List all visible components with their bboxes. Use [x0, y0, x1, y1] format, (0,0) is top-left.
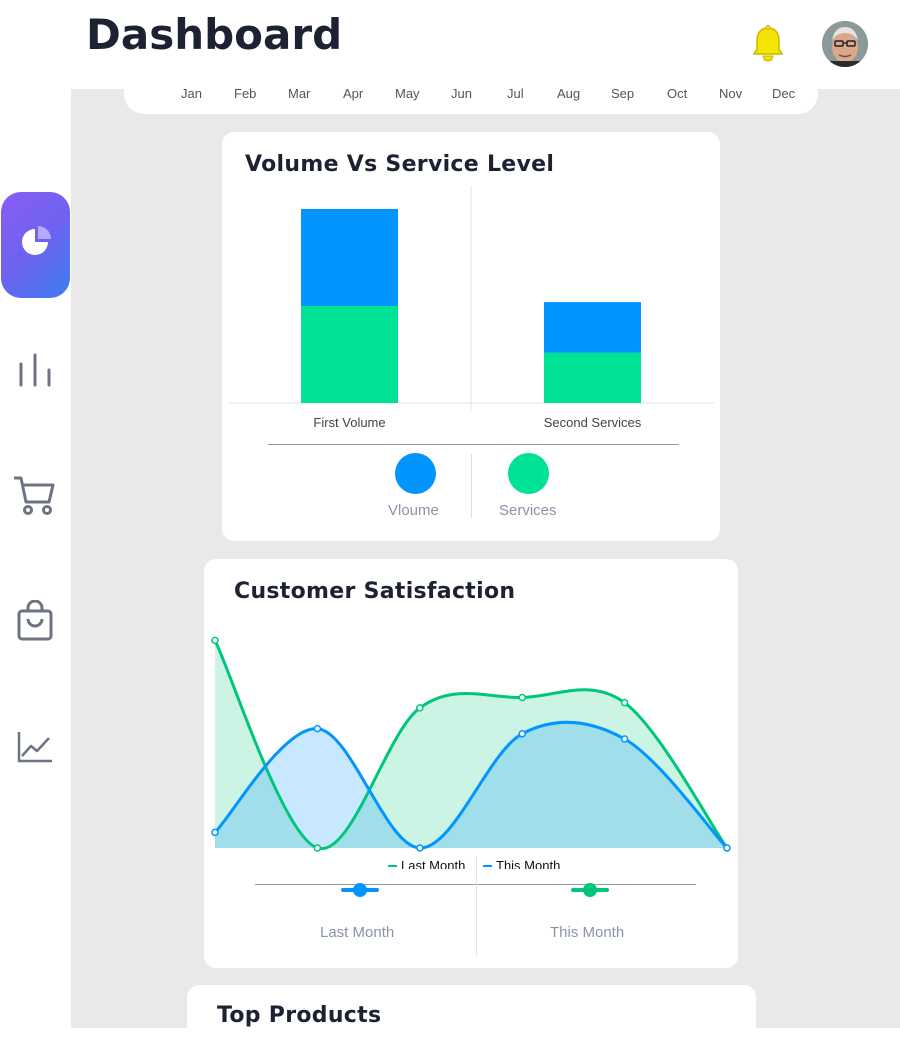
month-label: Feb [234, 86, 257, 101]
customer-satisfaction-card: Customer Satisfaction Last Month This Mon… [204, 559, 738, 968]
month-label: Nov [719, 86, 743, 101]
data-point [211, 828, 219, 837]
legend-separator [471, 454, 472, 518]
month-label: Jul [507, 86, 524, 101]
month-label: Jun [451, 86, 472, 101]
data-point [416, 704, 424, 712]
bar-segment [544, 302, 641, 353]
card-title: Top Products [217, 1003, 382, 1028]
slider-this-month[interactable] [571, 883, 609, 897]
cart-icon[interactable] [14, 474, 56, 516]
data-point [416, 844, 424, 852]
controls-separator [476, 856, 477, 956]
bar-segment [544, 352, 641, 403]
month-label: Dec [772, 86, 796, 101]
month-label: Aug [557, 86, 581, 101]
card-title: Customer Satisfaction [234, 579, 516, 604]
slider-last-month[interactable] [341, 883, 379, 897]
legend-dot-services[interactable] [508, 453, 549, 494]
legend-divider [268, 444, 679, 445]
data-point [518, 730, 526, 738]
top-products-card: Top Products [187, 985, 756, 1045]
page-title: Dashboard [86, 10, 343, 59]
legend-label: Last Month [401, 858, 465, 869]
month-axis-strip: Jan Feb Mar Apr May Jun Jul Aug Sep Oct … [124, 74, 818, 114]
avatar[interactable] [822, 21, 868, 67]
month-label: May [395, 86, 420, 101]
pie-chart-icon [22, 226, 51, 255]
bar-segment [301, 209, 398, 306]
month-label: Sep [611, 86, 635, 101]
card-title: Volume Vs Service Level [245, 152, 555, 177]
data-point [620, 735, 629, 743]
sidebar-item-overview[interactable] [1, 192, 70, 298]
bar-chart-icon[interactable] [14, 350, 56, 392]
data-point [313, 844, 322, 852]
control-label-last-month: Last Month [320, 924, 395, 941]
volume-bar-chart: First Volume Second Services [229, 186, 714, 430]
legend-label-volume: Vloume [388, 502, 439, 519]
shopping-bag-icon[interactable] [14, 600, 56, 642]
data-point [211, 636, 219, 645]
x-tick-label: Second Services [544, 415, 642, 430]
month-label: Mar [288, 86, 311, 101]
month-label: Jan [181, 86, 202, 101]
legend-label-services: Services [499, 502, 557, 519]
month-label: Oct [667, 86, 688, 101]
month-label: Apr [343, 86, 364, 101]
x-tick-label: First Volume [313, 415, 385, 430]
control-label-this-month: This Month [550, 924, 625, 941]
line-chart-icon[interactable] [14, 726, 56, 768]
data-point [313, 724, 322, 733]
legend-label: This Month [496, 858, 560, 869]
volume-service-card: Volume Vs Service Level First Volume Seco… [222, 132, 720, 541]
data-point [518, 693, 526, 702]
data-point [723, 844, 731, 852]
satisfaction-area-chart: Last Month This Month [211, 636, 731, 869]
data-point [620, 698, 629, 707]
legend-dot-volume[interactable] [395, 453, 436, 494]
bar-segment [301, 306, 398, 403]
bell-icon[interactable] [750, 24, 786, 64]
